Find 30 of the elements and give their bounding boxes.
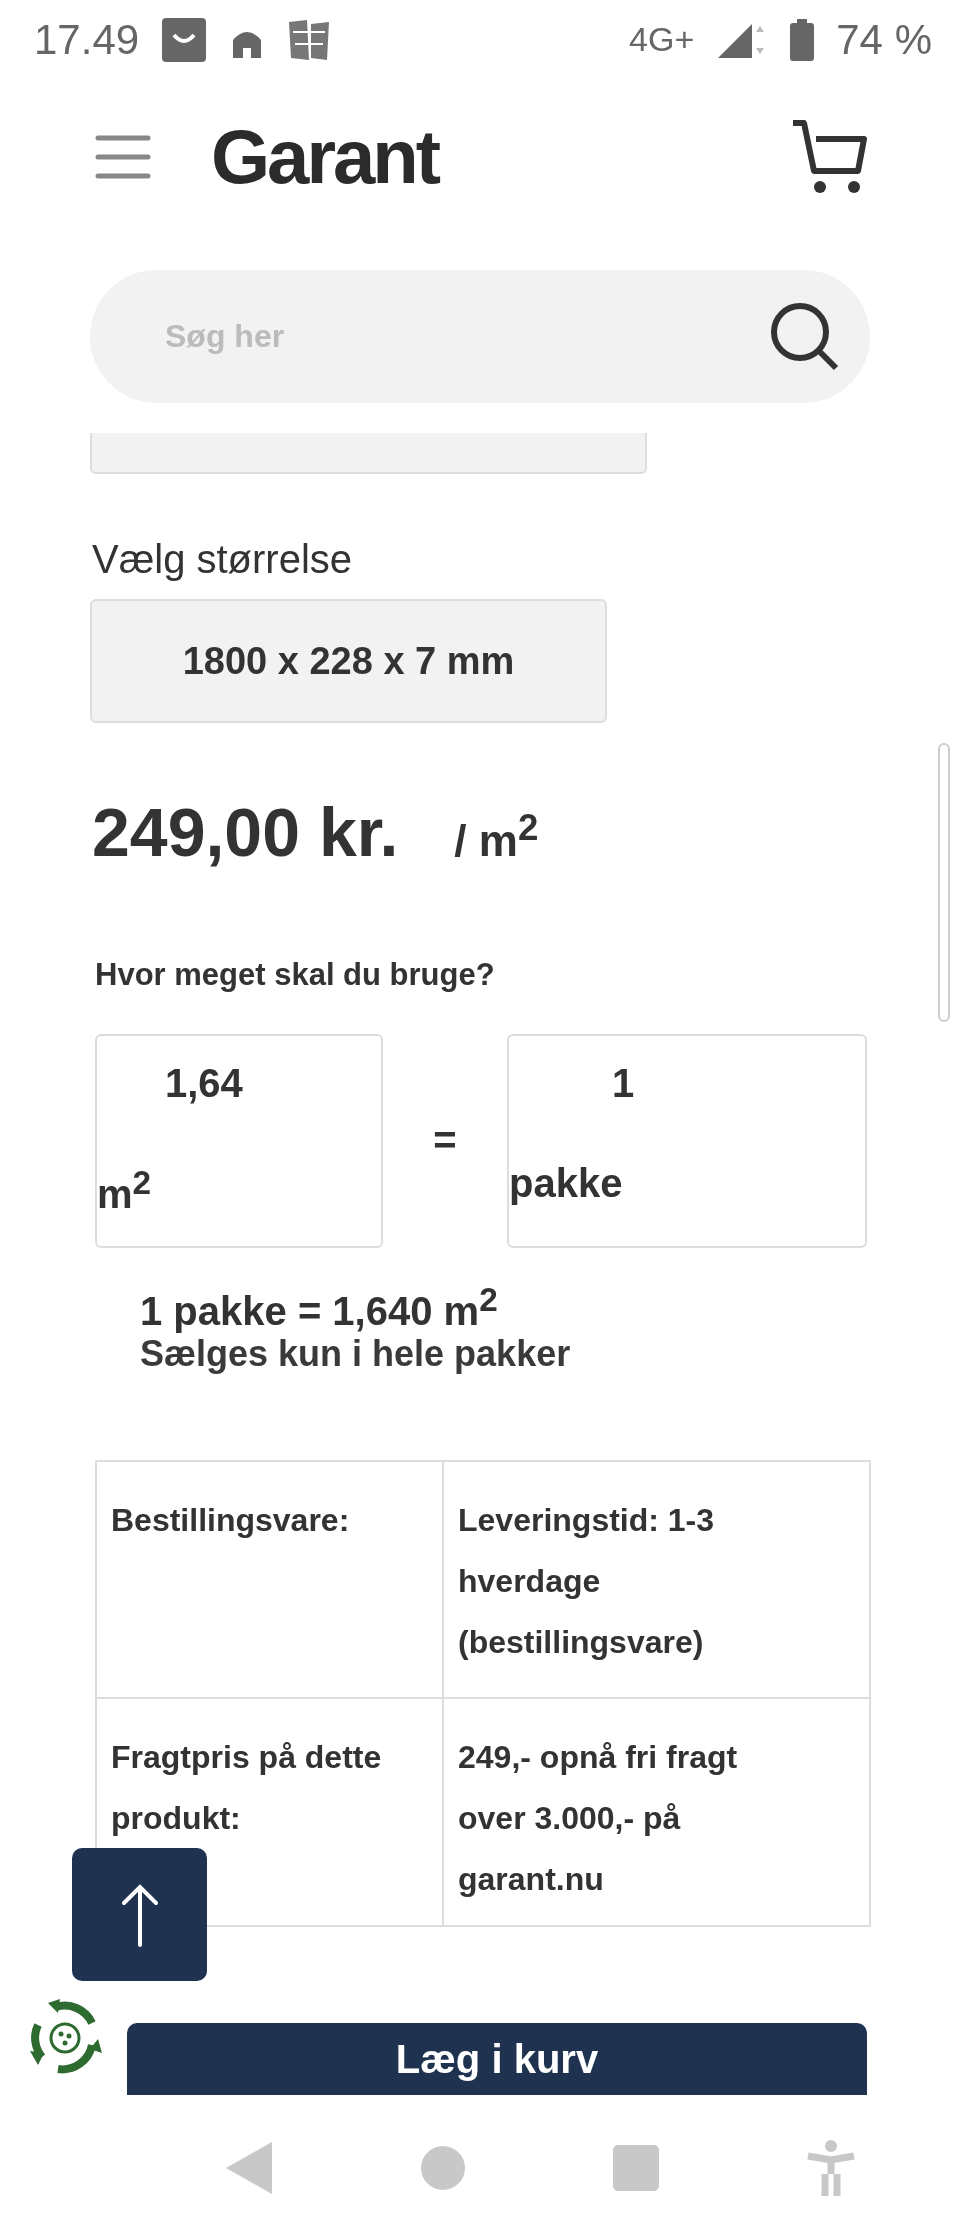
size-label: Vælg størrelse: [92, 537, 354, 582]
battery-icon: [790, 18, 815, 61]
battery-level: 74 %: [836, 15, 932, 64]
clock: 17.49: [34, 15, 140, 64]
home-icon[interactable]: [421, 2145, 466, 2190]
menu-icon[interactable]: [95, 133, 151, 180]
sale-note: Sælges kun i hele pakker: [140, 1333, 572, 1375]
price-unit: / m$^{2}$: [454, 807, 539, 866]
scroll-to-top-button[interactable]: [72, 1848, 207, 1981]
equals-sign: =: [433, 1118, 457, 1164]
area-field[interactable]: 1,64 m$^{2}$: [95, 1033, 383, 1248]
table-cell: 249,- opnå fri fragt over 3.000,- på garant.nu: [442, 1697, 869, 1925]
search-icon[interactable]: [768, 300, 840, 373]
size-option[interactable]: 1800 x 228 x 7 mm: [90, 599, 607, 723]
quantity-question: Hvor meget skal du bruge?: [95, 955, 496, 994]
shopping-bag-icon: [161, 16, 208, 63]
network-type: 4G+: [629, 20, 695, 60]
table-cell: Leveringstid: 1-3 hverdage (bestillingsvare): [442, 1462, 869, 1697]
scrollbar[interactable]: [938, 743, 950, 1022]
price: 249,00 kr.: [92, 793, 399, 871]
arrow-up-icon: [119, 1882, 160, 1947]
pack-info: 1 pakke = 1,640 m$^{2}$: [140, 1279, 499, 1333]
add-to-cart-button[interactable]: Læg i kurv: [127, 2023, 867, 2095]
table-cell-text: Bestillingsvare:: [110, 1501, 351, 1540]
dropdown-field[interactable]: [90, 433, 647, 475]
logo[interactable]: Garant: [211, 113, 790, 201]
accessibility-icon[interactable]: [806, 2139, 857, 2196]
cart-icon[interactable]: [790, 118, 868, 195]
packs-field[interactable]: 1 pakke: [507, 1033, 867, 1248]
recents-icon[interactable]: [612, 2144, 659, 2191]
